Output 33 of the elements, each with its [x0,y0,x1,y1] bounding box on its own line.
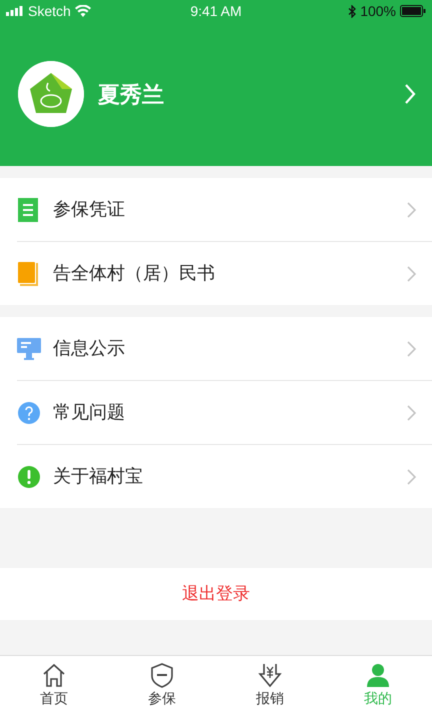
chevron-icon [407,202,416,218]
person-icon [365,662,391,688]
carrier-name: Sketch [28,2,71,20]
home-icon [41,662,67,688]
chevron-icon [407,340,416,356]
clock-time: 9:41 AM [190,2,242,20]
help-icon [17,400,41,424]
menu-item[interactable]: 告全体村（居）民书 [0,242,432,305]
book-icon [17,262,41,286]
wifi-icon [74,5,91,17]
info-icon [17,464,41,488]
battery-percent: 100% [360,2,396,20]
tab[interactable]: 参保 [108,656,216,720]
chevron-icon[interactable] [404,83,416,105]
battery-icon [400,5,426,17]
signal-icon [6,6,24,16]
bluetooth-icon [348,4,356,18]
yuan-arrow-icon [257,662,283,688]
chevron-icon [407,404,416,420]
logout-button[interactable]: 退出登录 [0,568,432,620]
menu-item[interactable]: 关于福村宝 [0,445,432,508]
monitor-icon [17,336,41,360]
document-icon [17,198,41,222]
tab[interactable]: 首页 [0,656,108,720]
tab[interactable]: 报销 [216,656,324,720]
chevron-icon [407,266,416,282]
avatar-logo [18,61,84,127]
menu-item[interactable]: 常见问题 [0,381,432,444]
chevron-icon [407,468,416,484]
user-name: 夏秀兰 [98,80,165,108]
shield-icon [149,662,175,688]
menu-item[interactable]: 参保凭证 [0,178,432,241]
menu-item[interactable]: 信息公示 [0,317,432,380]
